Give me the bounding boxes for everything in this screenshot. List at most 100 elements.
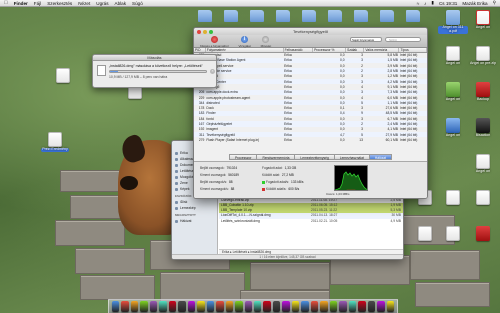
dock-app-icon[interactable]: [272, 301, 281, 312]
spotlight-icon[interactable]: ⚲: [493, 0, 496, 6]
menu-view[interactable]: Nézet: [78, 1, 90, 6]
folder-icon[interactable]: [406, 10, 420, 22]
file-row[interactable]: Letöltés_szinkronizált.dmg 2011.02.21. 10…: [219, 219, 403, 224]
dock-app-icon[interactable]: [168, 301, 177, 312]
dock-app-icon[interactable]: [348, 301, 357, 312]
desktop-icon[interactable]: [410, 226, 440, 242]
folder-icon[interactable]: [250, 10, 264, 22]
dialog-title[interactable]: Másolás: [93, 55, 216, 61]
dock-app-icon[interactable]: [130, 301, 139, 312]
copy-progress-bar: [109, 70, 207, 73]
sidebar-item[interactable]: Lemezkép: [175, 205, 214, 211]
desktop-icon-label: Angel on: [445, 61, 461, 65]
dock-app-icon[interactable]: [367, 301, 376, 312]
window-titlebar[interactable]: Tevékenységfigyelő: [194, 28, 427, 35]
battery-icon[interactable]: ▮: [431, 0, 434, 6]
dock-app-icon[interactable]: [235, 301, 243, 312]
desktop-icon[interactable]: [468, 226, 498, 242]
dock-app-icon[interactable]: [178, 301, 186, 312]
dock-app-icon[interactable]: [121, 301, 129, 312]
cancel-copy-button[interactable]: ×: [210, 69, 215, 74]
dock-app-icon[interactable]: [301, 301, 309, 312]
folder-icon[interactable]: [380, 10, 394, 22]
dock-app-icon[interactable]: [206, 301, 215, 312]
pdf-icon: [476, 10, 490, 25]
close-button[interactable]: [197, 29, 201, 34]
table-row[interactable]: 279 Flash Player (Safari Internet plug-in…: [194, 137, 427, 142]
app-icon: [446, 118, 460, 133]
dock-app-icon[interactable]: [310, 301, 319, 312]
search-input[interactable]: Szűrő: [385, 37, 421, 42]
dock-app-icon[interactable]: [282, 301, 290, 312]
desktop-icon[interactable]: Prezi Eredmény: [40, 132, 70, 152]
tab-cpu[interactable]: Processzor: [228, 154, 257, 160]
dock-app-icon[interactable]: [358, 301, 366, 312]
dock-app-icon[interactable]: [225, 301, 234, 312]
folder-icon[interactable]: [198, 10, 212, 22]
dock-app-icon[interactable]: [320, 301, 328, 312]
dock-app-icon[interactable]: [377, 301, 385, 312]
desktop-icon[interactable]: [468, 190, 498, 206]
dock-app-icon[interactable]: [197, 301, 205, 312]
brick: [80, 275, 155, 300]
menu-file[interactable]: Fájl: [34, 1, 41, 6]
tab-disk-usage[interactable]: Lemezhasználat: [333, 154, 369, 160]
document-icon: [48, 132, 62, 147]
desktop-icon[interactable]: Angel on: [468, 10, 498, 30]
zoom-button[interactable]: [209, 29, 213, 34]
document-icon: [476, 154, 490, 169]
dock-app-icon[interactable]: [149, 301, 158, 312]
dock-app-icon[interactable]: [244, 301, 252, 312]
menubar-user[interactable]: Mazák Erika: [462, 1, 487, 6]
action-button[interactable]: Művelet: [261, 36, 271, 48]
backup-icon: [476, 82, 490, 97]
dock-app-icon[interactable]: [216, 301, 224, 312]
menubar-clock[interactable]: Cs 19:31: [439, 1, 457, 6]
folder-icon[interactable]: [354, 10, 368, 22]
desktop-icon[interactable]: [48, 68, 78, 84]
brick: [415, 282, 490, 307]
desktop-icon[interactable]: Angel on 311 a.pdf: [438, 10, 468, 34]
menu-help[interactable]: Súgó: [132, 1, 143, 6]
stat-value: 600 B/s: [288, 187, 300, 191]
wifi-icon[interactable]: ≈: [417, 1, 420, 6]
tab-network[interactable]: Hálózat: [368, 154, 393, 160]
desktop-icon[interactable]: Backup: [468, 82, 498, 102]
desktop-icon[interactable]: Angel on: [438, 82, 468, 102]
dock-app-icon[interactable]: [386, 301, 395, 312]
desktop-icon[interactable]: Angel on: [438, 118, 468, 138]
dock-app-icon[interactable]: [140, 301, 148, 312]
volume-icon[interactable]: ♪: [424, 1, 426, 6]
minimize-button[interactable]: [203, 29, 207, 34]
dock-app-icon[interactable]: [111, 301, 120, 312]
dock-app-icon[interactable]: [187, 301, 196, 312]
folder-icon[interactable]: [328, 10, 342, 22]
desktop-icon[interactable]: Angel on: [438, 46, 468, 66]
apple-menu-icon[interactable]: : [4, 0, 8, 6]
dock-app-icon[interactable]: [263, 301, 271, 312]
menu-window[interactable]: Ablak: [115, 1, 127, 6]
sidebar-item[interactable]: Hálózat: [175, 218, 214, 224]
menu-app-name[interactable]: Finder: [14, 1, 28, 6]
desktop-icon[interactable]: [438, 226, 468, 242]
tab-memory[interactable]: Rendszermemória: [256, 154, 295, 160]
desktop-icon[interactable]: Angel on: [468, 154, 498, 174]
desktop-icon[interactable]: [438, 190, 468, 206]
inspect-button[interactable]: i Vizsgálat: [239, 36, 251, 48]
dock-app-icon[interactable]: [254, 301, 262, 312]
tab-disk-activity[interactable]: Lemeztevékenység: [294, 154, 334, 160]
dock-app-icon[interactable]: [159, 301, 167, 312]
quit-process-button[interactable]: Kilépés a folyamatból: [200, 36, 229, 48]
folder-icon[interactable]: [276, 10, 290, 22]
dock-app-icon[interactable]: [329, 301, 338, 312]
desktop-icon[interactable]: Bisaction: [468, 118, 498, 138]
folder-icon[interactable]: [302, 10, 316, 22]
dock-app-icon[interactable]: [339, 301, 347, 312]
dock-app-icon[interactable]: [291, 301, 300, 312]
folder-icon[interactable]: [224, 10, 238, 22]
menu-go[interactable]: Ugrás: [96, 1, 108, 6]
desktop-icon-label: Angel on: [445, 97, 461, 101]
desktop-icon[interactable]: Angel on pre.zip: [468, 46, 498, 66]
process-filter-select[interactable]: Saját folyamatok: [350, 37, 382, 42]
menu-edit[interactable]: Szerkesztés: [47, 1, 72, 6]
